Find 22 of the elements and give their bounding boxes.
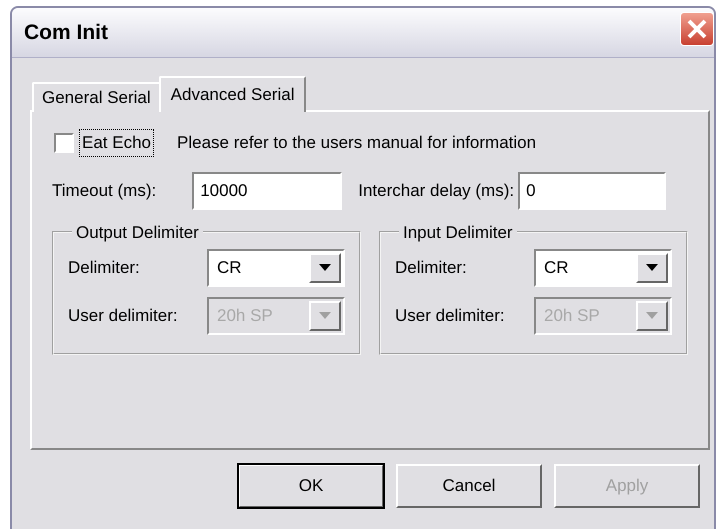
checkbox-label[interactable]: Eat Echo bbox=[80, 130, 153, 156]
close-icon bbox=[686, 18, 708, 40]
text-field[interactable]: 0 bbox=[518, 172, 666, 210]
eat-echo-checkbox[interactable] bbox=[54, 132, 74, 153]
group-title: Input Delimiter bbox=[402, 224, 514, 240]
dropdown[interactable]: CR bbox=[534, 248, 672, 286]
info-text: Please refer to the users manual for information bbox=[177, 132, 536, 154]
field-label: Delimiter: bbox=[395, 256, 467, 279]
field-label: Timeout (ms): bbox=[52, 180, 156, 202]
text-field[interactable]: 10000 bbox=[192, 172, 342, 210]
tab[interactable]: General Serial bbox=[32, 82, 161, 112]
field-label: Interchar delay (ms): bbox=[358, 180, 514, 202]
dropdown[interactable]: CR bbox=[207, 248, 345, 286]
field-label: User delimiter: bbox=[395, 304, 505, 327]
close-button[interactable] bbox=[680, 12, 714, 46]
field-label: Delimiter: bbox=[68, 256, 140, 279]
window-title: Com Init bbox=[24, 20, 108, 46]
group-title: Output Delimiter bbox=[75, 224, 200, 240]
tab[interactable]: Advanced Serial bbox=[158, 76, 306, 112]
dialog-button[interactable]: OK bbox=[238, 464, 384, 508]
dialog-button[interactable]: Cancel bbox=[396, 464, 542, 508]
field-label: User delimiter: bbox=[68, 304, 178, 327]
